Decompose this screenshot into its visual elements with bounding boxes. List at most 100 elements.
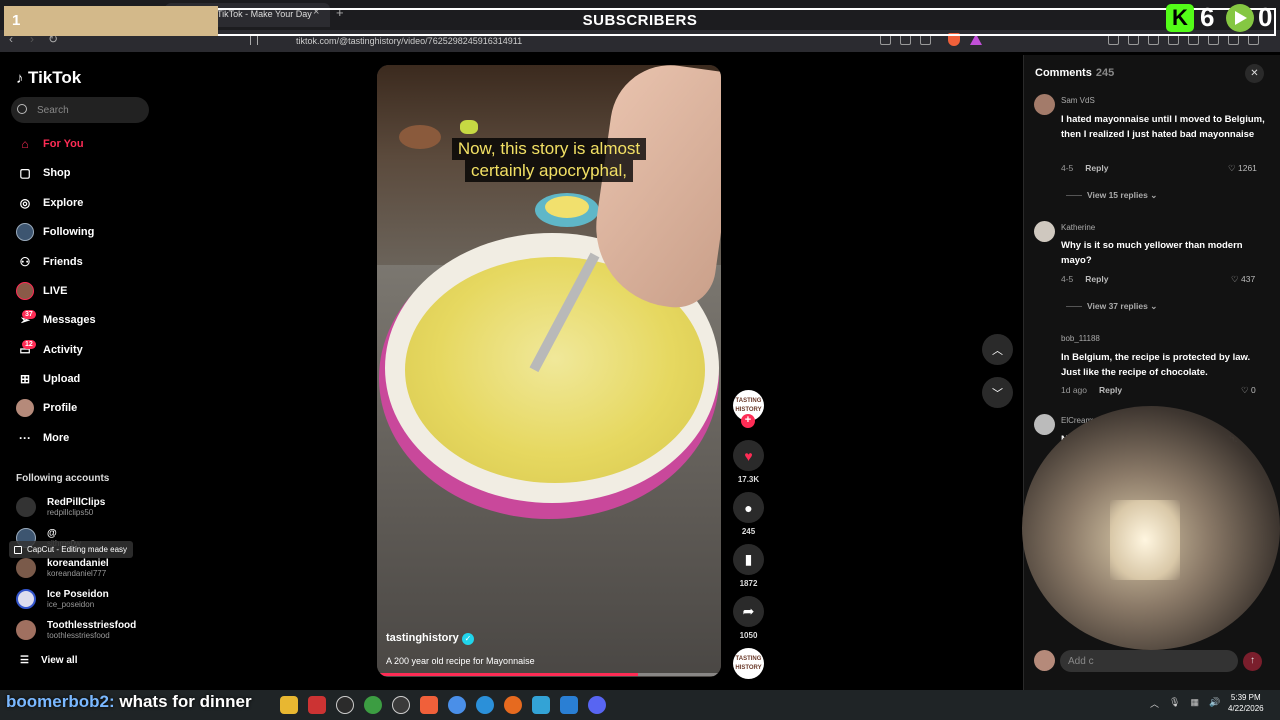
- tiktok-logo[interactable]: ♪ TikTok: [16, 68, 81, 88]
- arrow-up-icon: ↑: [1250, 655, 1255, 666]
- view-replies-button[interactable]: View 37 replies ⌄: [1066, 301, 1157, 312]
- comment-button[interactable]: ● 245: [733, 492, 764, 536]
- save-count: 1872: [739, 579, 758, 588]
- sidebar-item-label: Following: [43, 226, 95, 238]
- comment-like[interactable]: ♡ 437: [1231, 274, 1255, 285]
- sidebar-item-live[interactable]: LIVE: [16, 281, 67, 301]
- network-icon[interactable]: ▦: [1190, 697, 1199, 710]
- chevron-down-icon: ﹀: [992, 387, 1003, 400]
- like-button[interactable]: ♥ 17.3K: [733, 440, 764, 484]
- sidebar-item-label: Messages: [43, 314, 96, 326]
- add-comment-input[interactable]: Add c: [1060, 650, 1238, 672]
- comment-text: Why is it so much yellower than modern m…: [1061, 240, 1243, 266]
- account-name: Ice Poseidon: [47, 588, 109, 600]
- follow-plus-button[interactable]: +: [741, 414, 755, 428]
- capcut-tag[interactable]: CapCut - Editing made easy: [9, 541, 134, 558]
- account-item[interactable]: RedPillClips redpillclips50: [16, 494, 105, 520]
- app-icon[interactable]: [532, 696, 550, 714]
- account-name: Toothlesstriesfood: [47, 619, 137, 631]
- comment-text: In Belgium, the recipe is protected by l…: [1061, 352, 1251, 378]
- list-icon: ☰: [20, 655, 29, 666]
- taskbar-apps: [280, 696, 606, 714]
- github-icon[interactable]: [392, 696, 410, 714]
- avatar[interactable]: [1034, 221, 1055, 242]
- account-handle: toothlesstriesfood: [47, 630, 110, 640]
- firefox-icon[interactable]: [504, 696, 522, 714]
- sidebar-item-friends[interactable]: ⚇ Friends: [16, 252, 83, 272]
- search-input[interactable]: Search: [11, 97, 149, 123]
- video-progress-bar[interactable]: [377, 673, 721, 676]
- activity-badge: 12: [22, 340, 36, 349]
- clock-time: 5:39 PM: [1230, 693, 1261, 702]
- account-item[interactable]: Toothlesstriesfood toothlesstriesfood: [16, 617, 136, 643]
- post-comment-button[interactable]: ↑: [1243, 652, 1262, 671]
- account-name: @: [47, 527, 57, 539]
- sidebar-item-following[interactable]: Following: [16, 222, 94, 242]
- like-count: 17.3K: [737, 475, 760, 484]
- previous-video-button[interactable]: ︿: [982, 334, 1013, 365]
- view-replies-button[interactable]: View 15 replies ⌄: [1066, 190, 1157, 201]
- chevron-up-icon[interactable]: ︿: [1150, 697, 1159, 710]
- microphone-icon[interactable]: 🎙: [1169, 697, 1180, 710]
- vscode-icon[interactable]: [560, 696, 578, 714]
- comment-username[interactable]: Sam VdS: [1061, 96, 1095, 105]
- screen: TikTok - Make Your Day × + ‹ › ↻ tiktok.…: [0, 0, 1280, 720]
- comment-username[interactable]: bob_11188: [1061, 334, 1100, 343]
- clock-date: 4/22/2026: [1228, 704, 1264, 713]
- sidebar-item-for-you[interactable]: ⌂ For You: [16, 134, 83, 154]
- system-tray: ︿ 🎙 ▦ 🔊: [1150, 697, 1220, 710]
- sound-avatar[interactable]: TASTING HISTORY: [733, 648, 764, 679]
- account-handle: redpillclips50: [47, 507, 94, 517]
- video-player[interactable]: Now, this story is almost certainly apoc…: [377, 65, 721, 677]
- view-all-label: View all: [40, 655, 78, 666]
- caption-line: certainly apocryphal,: [465, 160, 633, 182]
- heart-outline-icon: ♡: [1231, 274, 1239, 284]
- view-replies-label: View 37 replies: [1087, 301, 1148, 311]
- close-icon: ✕: [1250, 68, 1259, 79]
- comment-like[interactable]: ♡ 0: [1241, 385, 1256, 396]
- taskbar-clock[interactable]: 5:39 PM 4/22/2026: [1228, 692, 1264, 714]
- account-handle: ice_poseidon: [47, 599, 95, 609]
- comment-date: 1d ago: [1061, 385, 1087, 395]
- next-video-button[interactable]: ﹀: [982, 377, 1013, 408]
- volume-icon[interactable]: 🔊: [1209, 697, 1220, 710]
- rumble-subscriber-count: 0: [1258, 2, 1273, 32]
- subscribers-label: SUBSCRIBERS: [582, 12, 698, 29]
- comment-text: I hated mayonnaise until I moved to Belg…: [1061, 114, 1265, 140]
- sidebar-item-label: Shop: [43, 167, 71, 179]
- app-icon[interactable]: [308, 696, 326, 714]
- comment-meta: 4-5 Reply: [1061, 274, 1108, 284]
- profile-avatar-icon: [16, 399, 34, 417]
- avatar[interactable]: [1034, 94, 1055, 115]
- file-explorer-icon[interactable]: [280, 696, 298, 714]
- reply-button[interactable]: Reply: [1085, 274, 1108, 284]
- view-all-link[interactable]: ☰ View all: [20, 655, 77, 666]
- save-button[interactable]: ▮ 1872: [733, 544, 764, 588]
- discord-icon[interactable]: [588, 696, 606, 714]
- kick-subscriber-count: 6: [1200, 2, 1215, 32]
- creator-avatar-text: TASTING HISTORY: [735, 398, 762, 413]
- comment-like[interactable]: ♡ 1261: [1228, 163, 1257, 174]
- comment-meta: 1d ago Reply: [1061, 385, 1122, 395]
- avatar[interactable]: [1034, 414, 1055, 435]
- comments-title-label: Comments: [1035, 67, 1092, 79]
- sidebar-item-explore[interactable]: ◎ Explore: [16, 193, 84, 213]
- obs-icon[interactable]: [336, 696, 354, 714]
- comment-like-count: 437: [1241, 274, 1256, 284]
- close-comments-button[interactable]: ✕: [1245, 64, 1264, 83]
- sidebar-item-shop[interactable]: ▢ Shop: [16, 163, 71, 183]
- account-item[interactable]: Ice Poseidon ice_poseidon: [16, 586, 109, 612]
- comment-username[interactable]: Katherine: [1061, 223, 1095, 232]
- account-item[interactable]: koreandaniel koreandaniel777: [16, 555, 109, 581]
- brave-icon[interactable]: [420, 696, 438, 714]
- sidebar-item-more[interactable]: ··· More: [16, 428, 69, 448]
- edge-icon[interactable]: [476, 696, 494, 714]
- reply-button[interactable]: Reply: [1085, 163, 1108, 173]
- video-author[interactable]: tastinghistory: [386, 632, 459, 644]
- share-button[interactable]: ➦ 1050: [733, 596, 764, 640]
- chrome-canary-icon[interactable]: [364, 696, 382, 714]
- chrome-icon[interactable]: [448, 696, 466, 714]
- reply-button[interactable]: Reply: [1099, 385, 1122, 395]
- sidebar-item-upload[interactable]: ⊞ Upload: [16, 369, 80, 389]
- sidebar-item-profile[interactable]: Profile: [16, 398, 77, 418]
